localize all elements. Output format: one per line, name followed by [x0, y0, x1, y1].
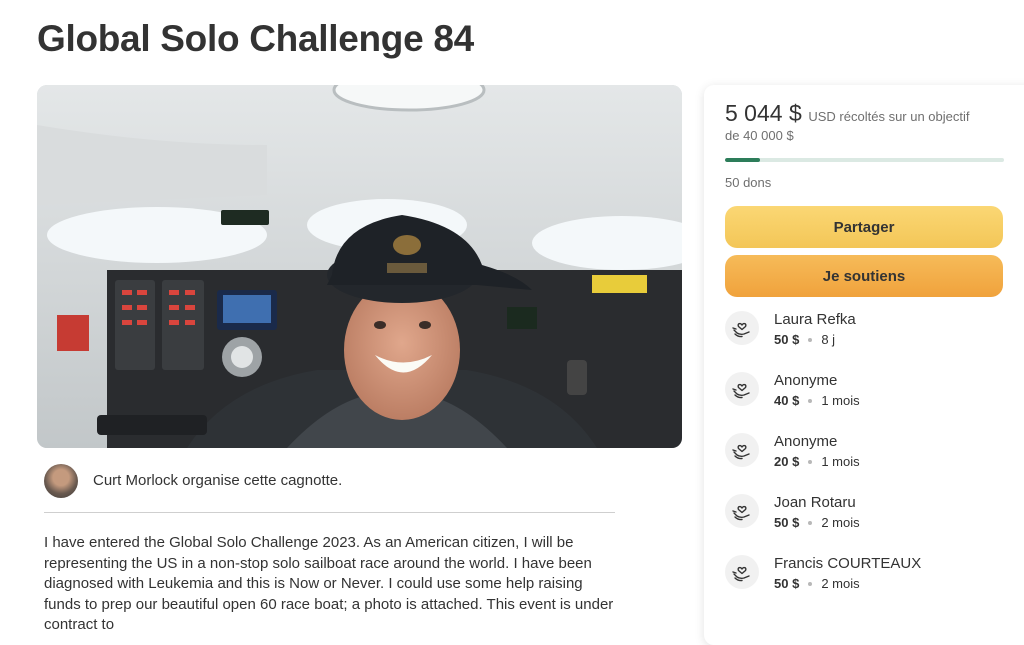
donation-count: 50 dons — [725, 175, 772, 190]
separator-dot — [808, 459, 813, 464]
donation-time: 2 mois — [821, 515, 860, 530]
donation-item: Laura Refka 50 $ 8 j — [725, 311, 1015, 372]
donor-name: Anonyme — [774, 372, 838, 389]
donation-time: 1 mois — [821, 393, 860, 408]
donation-hands-icon — [725, 311, 759, 345]
donation-list: Laura Refka 50 $ 8 j Anonyme 40 $ 1 mois… — [725, 311, 1015, 616]
progress-bar — [725, 158, 1004, 162]
progress-fill — [725, 158, 761, 162]
donor-name: Laura Refka — [774, 311, 856, 328]
donation-item: Anonyme 40 $ 1 mois — [725, 372, 1015, 433]
donation-hands-icon — [725, 555, 759, 589]
donation-time: 2 mois — [821, 576, 860, 591]
organizer-info: Curt Morlock organise cette cagnotte. — [44, 463, 342, 498]
donation-amount: 50 $ — [774, 576, 800, 591]
donor-name: Anonyme — [774, 433, 838, 450]
donate-button[interactable]: Je soutiens — [725, 255, 1003, 297]
donation-item: Anonyme 20 $ 1 mois — [725, 433, 1015, 494]
donation-amount: 40 $ — [774, 393, 800, 408]
donation-item: Francis COURTEAUX 50 $ 2 mois — [725, 555, 1015, 616]
share-button[interactable]: Partager — [725, 206, 1003, 248]
separator-dot — [808, 337, 813, 342]
donation-amount: 20 $ — [774, 454, 800, 469]
campaign-hero-image[interactable] — [37, 85, 682, 448]
donation-item: Joan Rotaru 50 $ 2 mois — [725, 494, 1015, 555]
donation-hands-icon — [725, 494, 759, 528]
donation-hands-icon — [725, 433, 759, 467]
raised-amount: 5 044 $ — [725, 100, 802, 126]
donation-sidebar: 5 044 $ USD récoltés sur un objectif de … — [704, 85, 1024, 645]
separator-dot — [808, 398, 813, 403]
organizer-avatar[interactable] — [44, 463, 78, 498]
donor-name: Joan Rotaru — [774, 494, 856, 511]
separator-dot — [808, 581, 813, 586]
raised-summary: 5 044 $ USD récoltés sur un objectif de … — [725, 102, 987, 145]
organizer-text: Curt Morlock organise cette cagnotte. — [93, 472, 343, 489]
donation-hands-icon — [725, 372, 759, 406]
donation-time: 1 mois — [821, 454, 860, 469]
separator-dot — [808, 520, 813, 525]
page-title: Global Solo Challenge 84 — [37, 18, 474, 59]
donor-name: Francis COURTEAUX — [774, 555, 922, 572]
campaign-story: I have entered the Global Solo Challenge… — [44, 534, 614, 633]
donation-amount: 50 $ — [774, 332, 800, 347]
donation-amount: 50 $ — [774, 515, 800, 530]
donation-time: 8 j — [821, 332, 836, 347]
divider — [44, 512, 615, 513]
